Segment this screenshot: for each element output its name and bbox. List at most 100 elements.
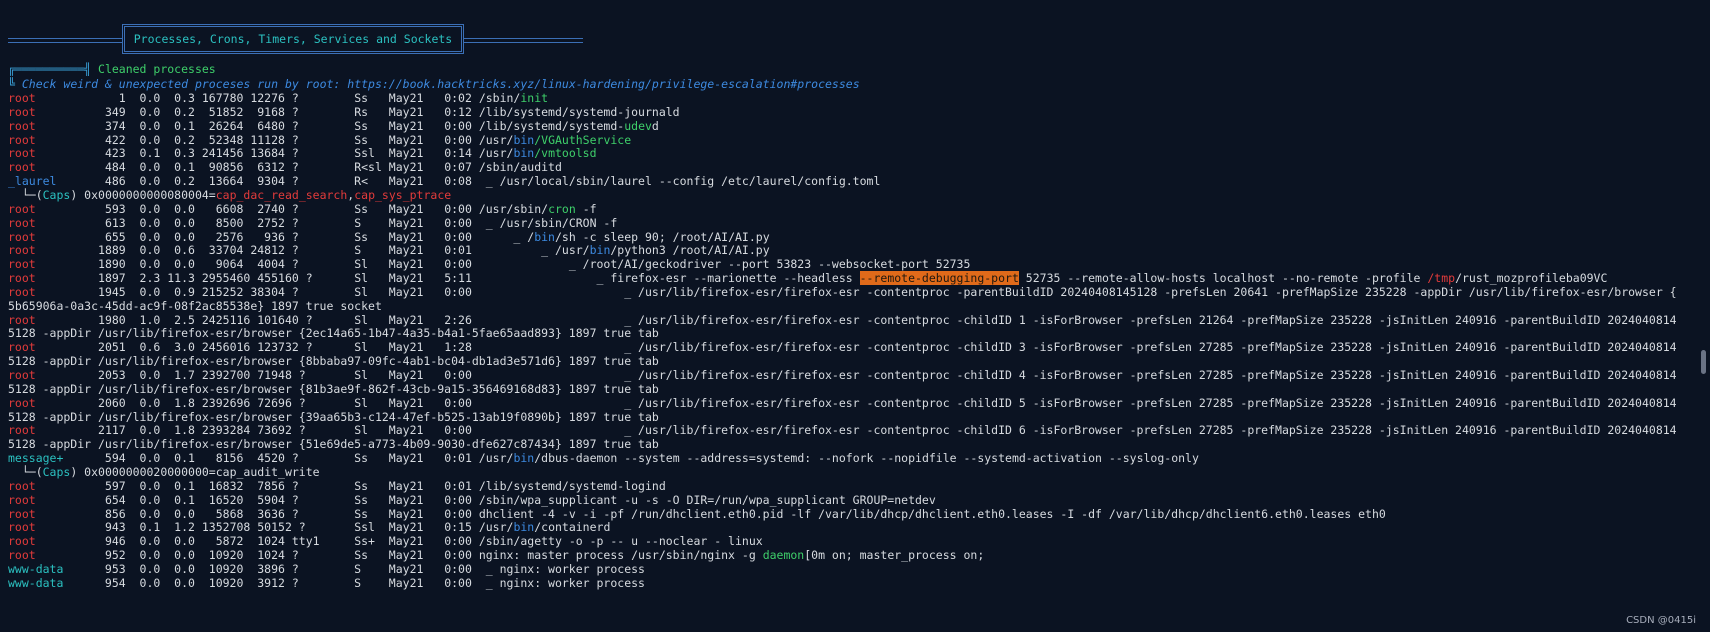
process-text: 374 0.0 0.1 26264 6480 ? Ss May21 0:00 /… — [35, 118, 625, 133]
process-line: root 374 0.0 0.1 26264 6480 ? Ss May21 0… — [8, 119, 659, 134]
process-text: bin — [513, 520, 535, 535]
process-line: root 422 0.0 0.2 52348 11128 ? Ss May21 … — [8, 133, 631, 148]
process-line: root 2060 0.0 1.8 2392696 72696 ? Sl May… — [8, 396, 1677, 411]
process-line: root 2053 0.0 1.7 2392700 71948 ? Sl May… — [8, 368, 1677, 383]
process-line: └─(Caps) 0x0000000000080004=cap_dac_read… — [8, 188, 451, 203]
process-user: root — [8, 534, 36, 549]
process-line: root 943 0.1 1.2 1352708 50152 ? Ssl May… — [8, 520, 610, 535]
process-text: 484 0.0 0.1 90856 6312 ? R<sl May21 0:07… — [35, 160, 562, 175]
process-user: root — [8, 257, 36, 272]
process-line: _laurel 486 0.0 0.2 13664 9304 ? R< May2… — [8, 174, 880, 189]
process-user: root — [8, 104, 36, 119]
process-user: 5128 -appDir /usr/lib/firefox-esr/browse… — [8, 326, 659, 341]
process-line: root 856 0.0 0.0 5868 3636 ? Ss May21 0:… — [8, 507, 1386, 522]
process-user: 5b65906a-0a3c-45dd-ac9f-08f2ac85538e} 18… — [8, 298, 382, 313]
process-user: └─( — [8, 464, 43, 479]
process-text: Caps — [42, 464, 71, 479]
process-text: /VGAuthService — [534, 132, 632, 147]
process-line: root 349 0.0 0.2 51852 9168 ? Rs May21 0… — [8, 105, 680, 120]
process-text: 953 0.0 0.0 10920 3896 ? S May21 0:00 _ … — [63, 561, 645, 576]
process-text: bin — [513, 132, 535, 147]
watermark: CSDN @0415i — [1626, 615, 1696, 626]
process-text: 594 0.0 0.1 8156 4520 ? Ss May21 0:01 /u… — [63, 451, 514, 466]
process-line: root 952 0.0 0.0 10920 1024 ? Ss May21 0… — [8, 548, 984, 563]
process-line: root 946 0.0 0.0 5872 1024 tty1 Ss+ May2… — [8, 534, 763, 549]
process-line: root 1945 0.0 0.9 215252 38304 ? Sl May2… — [8, 285, 1677, 300]
process-line: root 2051 0.6 3.0 2456016 123732 ? Sl Ma… — [8, 340, 1677, 355]
hint-link[interactable]: Check weird & unexpected proceses run by… — [22, 77, 860, 91]
process-user: root — [8, 284, 36, 299]
process-text: 349 0.0 0.2 51852 9168 ? Rs May21 0:12 /… — [35, 104, 680, 119]
process-line: root 2117 0.0 1.8 2393284 73692 ? Sl May… — [8, 423, 1677, 438]
process-user: root — [8, 215, 36, 230]
process-text: 1980 1.0 2.5 2425116 101640 ? Sl May21 2… — [35, 312, 1677, 327]
process-text: -f — [575, 201, 597, 216]
process-line: root 593 0.0 0.0 6608 2740 ? Ss May21 0:… — [8, 202, 597, 217]
process-line: 5128 -appDir /usr/lib/firefox-esr/browse… — [8, 437, 659, 452]
process-text: daemon — [762, 548, 805, 563]
process-line: 5128 -appDir /usr/lib/firefox-esr/browse… — [8, 326, 659, 341]
process-text: --remote-debugging-port — [859, 271, 1019, 286]
process-text: 2053 0.0 1.7 2392700 71948 ? Sl May21 0:… — [35, 368, 1677, 382]
process-text: 1897 2.3 11.3 2955460 455160 ? Sl May21 … — [35, 271, 860, 286]
process-text: 943 0.1 1.2 1352708 50152 ? Ssl May21 0:… — [35, 520, 514, 535]
process-user: 5128 -appDir /usr/lib/firefox-esr/browse… — [8, 354, 659, 369]
section-heading-title: Cleaned processes — [98, 62, 216, 76]
process-text: init — [520, 91, 549, 105]
process-line: root 484 0.0 0.1 90856 6312 ? R<sl May21… — [8, 160, 562, 175]
process-text: ) 0x0000000020000000=cap_audit_write — [70, 464, 320, 479]
process-user: root — [8, 395, 36, 410]
process-text: bin — [589, 243, 611, 258]
process-text: 954 0.0 0.0 10920 3912 ? S May21 0:00 _ … — [63, 575, 645, 590]
process-line: root 1980 1.0 2.5 2425116 101640 ? Sl Ma… — [8, 313, 1677, 328]
process-user: www-data — [8, 561, 64, 576]
process-line: root 1890 0.0 0.0 9064 4004 ? Sl May21 0… — [8, 257, 970, 272]
process-line: root 1897 2.3 11.3 2955460 455160 ? Sl M… — [8, 271, 1607, 286]
scrollbar-thumb[interactable] — [1701, 350, 1706, 374]
banner-rule-left — [8, 38, 122, 43]
process-line: root 1 0.0 0.3 167780 12276 ? Ss May21 0… — [8, 91, 548, 106]
process-user: root — [8, 340, 36, 355]
process-text: /containerd — [534, 520, 611, 535]
process-text: cron — [548, 201, 576, 216]
process-user: root — [8, 201, 36, 216]
process-user: 5128 -appDir /usr/lib/firefox-esr/browse… — [8, 437, 659, 452]
section-banner: Processes, Crons, Timers, Services and S… — [8, 24, 583, 54]
process-user: root — [8, 506, 36, 521]
process-line: root 613 0.0 0.0 8500 2752 ? S May21 0:0… — [8, 216, 617, 231]
banner-rule-right — [464, 38, 583, 43]
process-user: root — [8, 548, 36, 563]
process-user: root — [8, 146, 36, 161]
process-text: 1945 0.0 0.9 215252 38304 ? Sl May21 0:0… — [35, 284, 1677, 299]
process-text: 52735 --remote-allow-hosts localhost --n… — [1018, 271, 1428, 286]
process-line: root 597 0.0 0.1 16832 7856 ? Ss May21 0… — [8, 479, 666, 494]
process-user: root — [8, 520, 36, 535]
process-text: 423 0.1 0.3 241456 13684 ? Ssl May21 0:1… — [35, 146, 514, 161]
process-user: root — [8, 492, 36, 507]
terminal-output: Processes, Crons, Timers, Services and S… — [8, 0, 1688, 632]
process-text: 486 0.0 0.2 13664 9304 ? R< May21 0:08 _… — [56, 174, 881, 189]
process-line: message+ 594 0.0 0.1 8156 4520 ? Ss May2… — [8, 451, 1199, 466]
process-user: _laurel — [8, 174, 57, 189]
process-text: bin — [534, 229, 555, 244]
process-text: 2051 0.6 3.0 2456016 123732 ? Sl May21 1… — [35, 340, 1677, 355]
process-user: root — [8, 271, 36, 286]
process-text: 1 0.0 0.3 167780 12276 ? Ss May21 0:02 /… — [35, 91, 521, 105]
process-text: 655 0.0 0.0 2576 936 ? Ss May21 0:00 _ / — [35, 229, 535, 244]
section-hint: ╚ Check weird & unexpected proceses run … — [8, 77, 860, 91]
process-text: /rust_mozprofileba09VC — [1455, 271, 1608, 286]
process-text: 654 0.0 0.1 16520 5904 ? Ss May21 0:00 /… — [35, 492, 936, 507]
process-line: 5128 -appDir /usr/lib/firefox-esr/browse… — [8, 354, 659, 369]
process-text: ) 0x0000000000080004= — [70, 187, 216, 202]
process-text: cap_dac_read_search — [215, 187, 348, 202]
process-user: root — [8, 243, 36, 258]
process-user: 5128 -appDir /usr/lib/firefox-esr/browse… — [8, 409, 659, 424]
banner-title: Processes, Crons, Timers, Services and S… — [122, 24, 464, 54]
process-text: cap_sys_ptrace — [354, 187, 452, 202]
process-text: Caps — [42, 187, 71, 202]
process-line: www-data 954 0.0 0.0 10920 3912 ? S May2… — [8, 576, 645, 591]
process-line: └─(Caps) 0x0000000020000000=cap_audit_wr… — [8, 465, 320, 480]
process-text: 2117 0.0 1.8 2393284 73692 ? Sl May21 0:… — [35, 423, 1677, 438]
process-user: message+ — [8, 451, 64, 466]
process-line: root 654 0.0 0.1 16520 5904 ? Ss May21 0… — [8, 493, 936, 508]
